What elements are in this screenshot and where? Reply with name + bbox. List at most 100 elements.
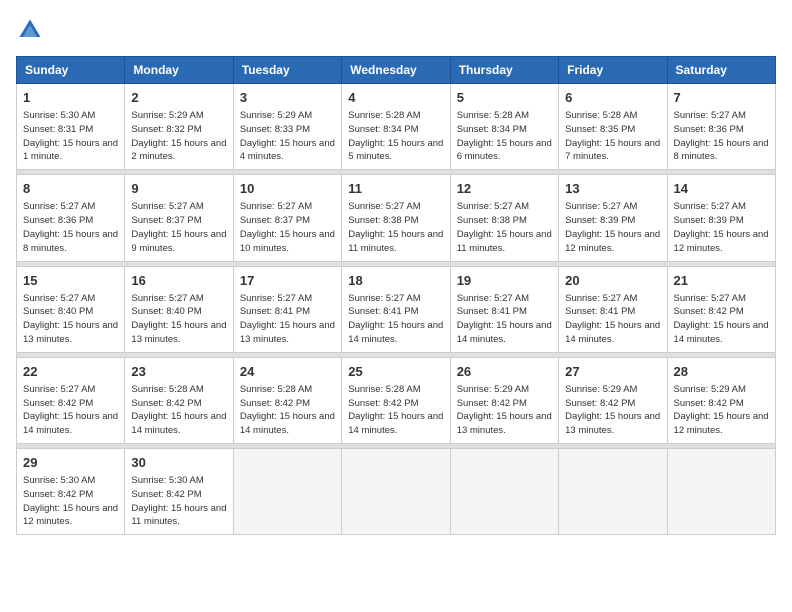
day-number: 5 (457, 89, 552, 107)
day-info: Sunrise: 5:27 AM Sunset: 8:41 PM Dayligh… (348, 292, 443, 347)
day-info: Sunrise: 5:27 AM Sunset: 8:41 PM Dayligh… (565, 292, 660, 347)
day-cell: 15 Sunrise: 5:27 AM Sunset: 8:40 PM Dayli… (17, 266, 125, 352)
day-number: 27 (565, 363, 660, 381)
day-cell: 17Sunrise: 5:27 AM Sunset: 8:41 PM Dayli… (233, 266, 341, 352)
day-info: Sunrise: 5:28 AM Sunset: 8:34 PM Dayligh… (348, 109, 443, 164)
column-header-monday: Monday (125, 57, 233, 84)
logo (16, 16, 48, 44)
week-row-2: 8 Sunrise: 5:27 AM Sunset: 8:36 PM Daylig… (17, 175, 776, 261)
day-cell: 23 Sunrise: 5:28 AM Sunset: 8:42 PM Dayli… (125, 357, 233, 443)
day-number: 12 (457, 180, 552, 198)
day-number: 4 (348, 89, 443, 107)
day-number: 19 (457, 272, 552, 290)
day-info: Sunrise: 5:27 AM Sunset: 8:36 PM Dayligh… (23, 200, 118, 255)
day-cell: 28 Sunrise: 5:29 AM Sunset: 8:42 PM Dayli… (667, 357, 775, 443)
day-info: Sunrise: 5:27 AM Sunset: 8:39 PM Dayligh… (565, 200, 660, 255)
day-cell: 16 Sunrise: 5:27 AM Sunset: 8:40 PM Dayli… (125, 266, 233, 352)
column-headers: SundayMondayTuesdayWednesdayThursdayFrid… (17, 57, 776, 84)
day-cell: 2Sunrise: 5:29 AM Sunset: 8:32 PM Daylig… (125, 84, 233, 170)
day-cell: 29Sunrise: 5:30 AM Sunset: 8:42 PM Dayli… (17, 449, 125, 535)
column-header-wednesday: Wednesday (342, 57, 450, 84)
day-info: Sunrise: 5:28 AM Sunset: 8:42 PM Dayligh… (240, 383, 335, 438)
day-cell: 21 Sunrise: 5:27 AM Sunset: 8:42 PM Dayli… (667, 266, 775, 352)
day-cell: 5 Sunrise: 5:28 AM Sunset: 8:34 PM Daylig… (450, 84, 558, 170)
day-cell (342, 449, 450, 535)
day-cell (667, 449, 775, 535)
day-cell: 18 Sunrise: 5:27 AM Sunset: 8:41 PM Dayli… (342, 266, 450, 352)
day-cell (233, 449, 341, 535)
day-info: Sunrise: 5:27 AM Sunset: 8:36 PM Dayligh… (674, 109, 769, 164)
day-number: 13 (565, 180, 660, 198)
day-number: 16 (131, 272, 226, 290)
day-number: 22 (23, 363, 118, 381)
week-row-5: 29Sunrise: 5:30 AM Sunset: 8:42 PM Dayli… (17, 449, 776, 535)
day-number: 23 (131, 363, 226, 381)
day-number: 28 (674, 363, 769, 381)
calendar-table: SundayMondayTuesdayWednesdayThursdayFrid… (16, 56, 776, 535)
day-info: Sunrise: 5:29 AM Sunset: 8:33 PM Dayligh… (240, 109, 335, 164)
day-cell (450, 449, 558, 535)
day-number: 3 (240, 89, 335, 107)
day-number: 30 (131, 454, 226, 472)
day-number: 15 (23, 272, 118, 290)
week-row-4: 22 Sunrise: 5:27 AM Sunset: 8:42 PM Dayli… (17, 357, 776, 443)
day-number: 25 (348, 363, 443, 381)
day-info: Sunrise: 5:29 AM Sunset: 8:42 PM Dayligh… (674, 383, 769, 438)
day-cell: 22 Sunrise: 5:27 AM Sunset: 8:42 PM Dayli… (17, 357, 125, 443)
day-number: 7 (674, 89, 769, 107)
day-cell: 6 Sunrise: 5:28 AM Sunset: 8:35 PM Daylig… (559, 84, 667, 170)
day-info: Sunrise: 5:29 AM Sunset: 8:42 PM Dayligh… (565, 383, 660, 438)
day-info: Sunrise: 5:27 AM Sunset: 8:37 PM Dayligh… (240, 200, 335, 255)
day-info: Sunrise: 5:27 AM Sunset: 8:42 PM Dayligh… (674, 292, 769, 347)
day-number: 9 (131, 180, 226, 198)
day-cell: 13 Sunrise: 5:27 AM Sunset: 8:39 PM Dayli… (559, 175, 667, 261)
day-info: Sunrise: 5:30 AM Sunset: 8:42 PM Dayligh… (23, 474, 118, 529)
calendar-body: 1 Sunrise: 5:30 AM Sunset: 8:31 PM Daylig… (17, 84, 776, 535)
day-info: Sunrise: 5:29 AM Sunset: 8:32 PM Dayligh… (131, 109, 226, 164)
day-number: 11 (348, 180, 443, 198)
day-cell: 1 Sunrise: 5:30 AM Sunset: 8:31 PM Daylig… (17, 84, 125, 170)
day-number: 18 (348, 272, 443, 290)
day-number: 24 (240, 363, 335, 381)
logo-icon (16, 16, 44, 44)
day-cell: 12Sunrise: 5:27 AM Sunset: 8:38 PM Dayli… (450, 175, 558, 261)
day-info: Sunrise: 5:27 AM Sunset: 8:40 PM Dayligh… (23, 292, 118, 347)
day-cell: 10 Sunrise: 5:27 AM Sunset: 8:37 PM Dayli… (233, 175, 341, 261)
day-cell: 27 Sunrise: 5:29 AM Sunset: 8:42 PM Dayli… (559, 357, 667, 443)
day-number: 6 (565, 89, 660, 107)
day-cell: 25 Sunrise: 5:28 AM Sunset: 8:42 PM Dayli… (342, 357, 450, 443)
day-info: Sunrise: 5:27 AM Sunset: 8:42 PM Dayligh… (23, 383, 118, 438)
header (16, 16, 776, 44)
day-number: 26 (457, 363, 552, 381)
day-info: Sunrise: 5:28 AM Sunset: 8:42 PM Dayligh… (131, 383, 226, 438)
day-number: 8 (23, 180, 118, 198)
column-header-sunday: Sunday (17, 57, 125, 84)
day-cell: 30Sunrise: 5:30 AM Sunset: 8:42 PM Dayli… (125, 449, 233, 535)
day-number: 21 (674, 272, 769, 290)
day-cell: 11Sunrise: 5:27 AM Sunset: 8:38 PM Dayli… (342, 175, 450, 261)
day-number: 20 (565, 272, 660, 290)
day-cell: 4 Sunrise: 5:28 AM Sunset: 8:34 PM Daylig… (342, 84, 450, 170)
day-info: Sunrise: 5:30 AM Sunset: 8:31 PM Dayligh… (23, 109, 118, 164)
day-cell: 3 Sunrise: 5:29 AM Sunset: 8:33 PM Daylig… (233, 84, 341, 170)
week-row-3: 15 Sunrise: 5:27 AM Sunset: 8:40 PM Dayli… (17, 266, 776, 352)
day-cell: 9 Sunrise: 5:27 AM Sunset: 8:37 PM Daylig… (125, 175, 233, 261)
day-info: Sunrise: 5:27 AM Sunset: 8:41 PM Dayligh… (457, 292, 552, 347)
day-info: Sunrise: 5:28 AM Sunset: 8:42 PM Dayligh… (348, 383, 443, 438)
day-number: 1 (23, 89, 118, 107)
day-cell: 8 Sunrise: 5:27 AM Sunset: 8:36 PM Daylig… (17, 175, 125, 261)
day-info: Sunrise: 5:27 AM Sunset: 8:39 PM Dayligh… (674, 200, 769, 255)
day-info: Sunrise: 5:28 AM Sunset: 8:34 PM Dayligh… (457, 109, 552, 164)
day-number: 17 (240, 272, 335, 290)
day-cell: 26Sunrise: 5:29 AM Sunset: 8:42 PM Dayli… (450, 357, 558, 443)
day-cell: 7 Sunrise: 5:27 AM Sunset: 8:36 PM Daylig… (667, 84, 775, 170)
day-info: Sunrise: 5:28 AM Sunset: 8:35 PM Dayligh… (565, 109, 660, 164)
day-number: 10 (240, 180, 335, 198)
column-header-saturday: Saturday (667, 57, 775, 84)
column-header-tuesday: Tuesday (233, 57, 341, 84)
day-number: 14 (674, 180, 769, 198)
day-info: Sunrise: 5:27 AM Sunset: 8:37 PM Dayligh… (131, 200, 226, 255)
day-info: Sunrise: 5:27 AM Sunset: 8:40 PM Dayligh… (131, 292, 226, 347)
day-cell: 24 Sunrise: 5:28 AM Sunset: 8:42 PM Dayli… (233, 357, 341, 443)
day-cell: 20 Sunrise: 5:27 AM Sunset: 8:41 PM Dayli… (559, 266, 667, 352)
